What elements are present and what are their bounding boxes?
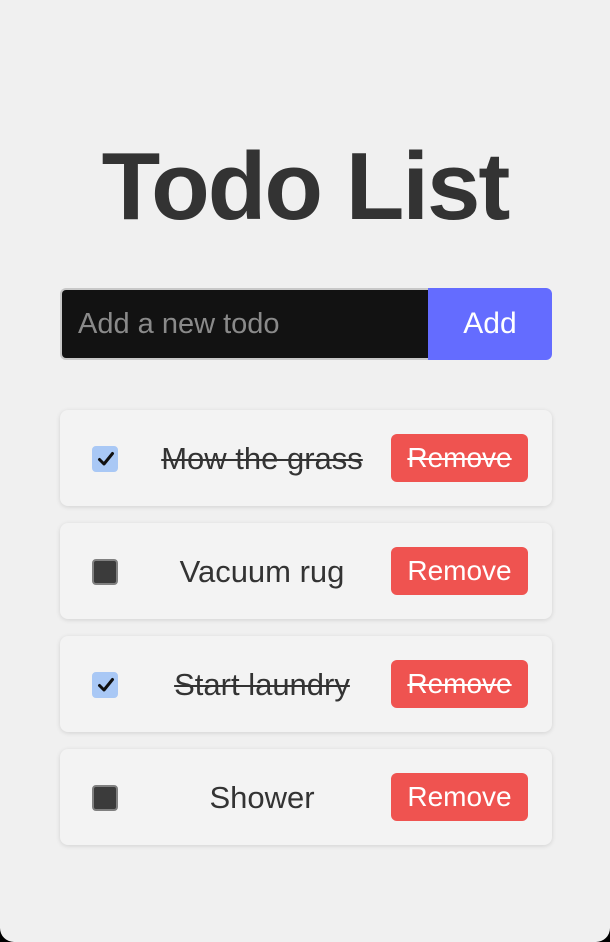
new-todo-input[interactable] <box>60 288 428 360</box>
todo-item: Vacuum rug Remove <box>60 523 552 619</box>
todo-checkbox[interactable] <box>92 672 118 698</box>
todo-item: Shower Remove <box>60 749 552 845</box>
remove-button[interactable]: Remove <box>391 660 528 708</box>
add-button[interactable]: Add <box>428 288 552 360</box>
remove-button[interactable]: Remove <box>391 547 528 595</box>
add-todo-form: Add <box>60 288 552 360</box>
todo-text: Start laundry <box>174 667 350 702</box>
checkmark-icon <box>98 678 114 692</box>
remove-button[interactable]: Remove <box>391 434 528 482</box>
todo-item: Mow the grass Remove <box>60 410 552 506</box>
todo-text: Shower <box>209 780 315 815</box>
todo-text: Mow the grass <box>161 441 363 476</box>
todo-checkbox[interactable] <box>92 559 118 585</box>
todo-text: Vacuum rug <box>179 554 345 589</box>
remove-button[interactable]: Remove <box>391 773 528 821</box>
todo-list: Mow the grass Remove Vacuum rug Remove S… <box>60 410 552 862</box>
app-window: Todo List Add Mow the grass Remove Vacuu… <box>0 0 610 942</box>
checkmark-icon <box>98 452 114 466</box>
page-title: Todo List <box>101 133 511 240</box>
todo-checkbox[interactable] <box>92 785 118 811</box>
todo-checkbox[interactable] <box>92 446 118 472</box>
todo-item: Start laundry Remove <box>60 636 552 732</box>
